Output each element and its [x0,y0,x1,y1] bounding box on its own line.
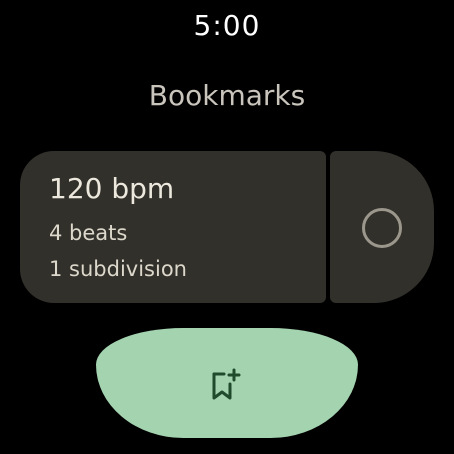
status-time: 5:00 [193,9,261,42]
watch-screen: 5:00 Bookmarks 120 bpm 4 beats 1 subdivi… [0,0,454,454]
bookmark-bpm: 120 bpm [49,172,175,205]
bookmark-subdivision: 1 subdivision [49,257,187,281]
bookmark-select-button[interactable] [330,151,434,303]
page-title: Bookmarks [148,79,306,112]
bookmark-add-icon [212,368,241,400]
bookmark-beats: 4 beats [49,221,128,245]
add-bookmark-button[interactable] [96,328,358,438]
bookmark-card[interactable]: 120 bpm 4 beats 1 subdivision [20,151,326,303]
radio-unchecked-icon[interactable] [362,208,402,248]
